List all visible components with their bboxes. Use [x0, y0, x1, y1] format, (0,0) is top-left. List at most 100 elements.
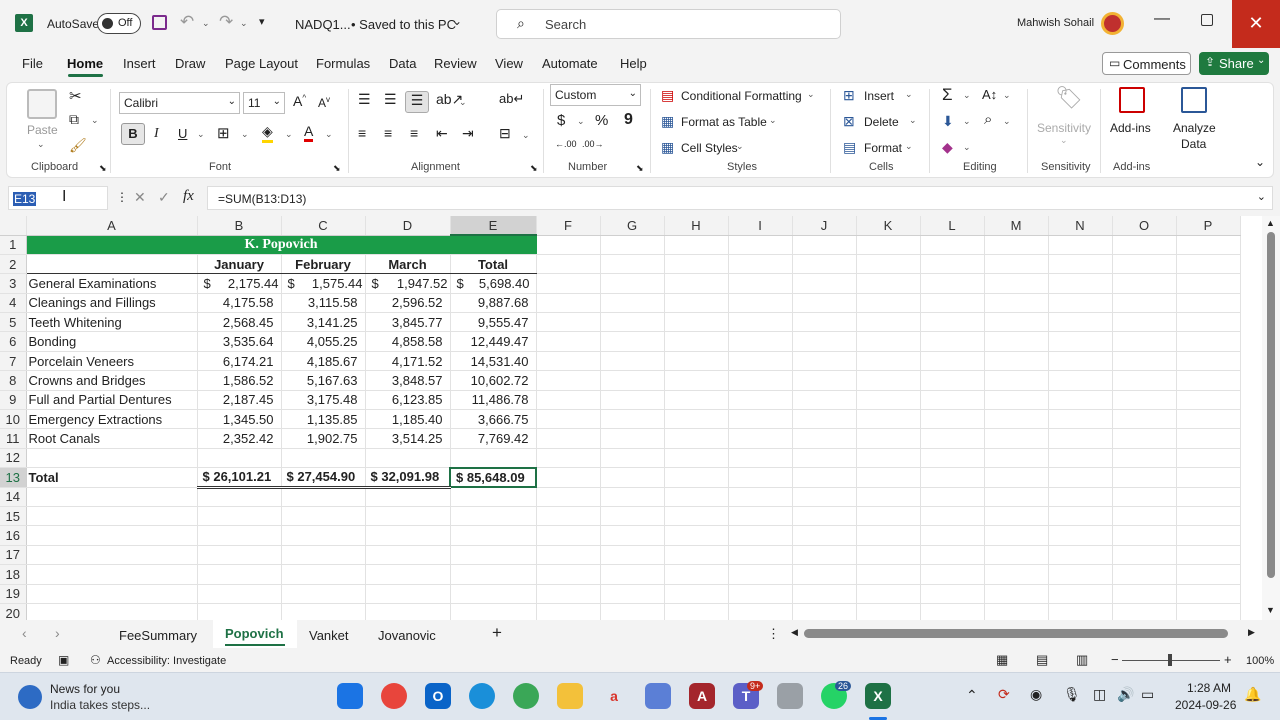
row-header[interactable]: 5 [0, 312, 27, 333]
row-header[interactable]: 13 [0, 467, 27, 488]
save-status[interactable]: • Saved to this PC [351, 17, 456, 32]
select-all-corner[interactable] [0, 216, 27, 236]
cell[interactable] [26, 254, 198, 275]
word-icon[interactable] [777, 683, 803, 709]
total-cell[interactable]: $ 32,091.98 [365, 467, 451, 489]
find-select-icon[interactable]: ⌕ [984, 111, 992, 128]
tab-draw[interactable]: Draw [175, 56, 205, 71]
tab-data[interactable]: Data [389, 56, 416, 71]
cell[interactable]: 4,185.67 [281, 351, 366, 372]
label-cell[interactable]: Bonding [26, 331, 198, 352]
paste-button[interactable]: Paste [27, 123, 58, 137]
delete-cells-icon[interactable]: ⊠ [843, 113, 855, 130]
microphone-icon[interactable]: 🎙 [1063, 686, 1081, 703]
row-header[interactable]: 11 [0, 428, 27, 449]
sheet-tab-popovich[interactable]: Popovich [213, 620, 297, 648]
chevron-down-icon[interactable]: ⌄ [769, 115, 777, 126]
chevron-down-icon[interactable]: ⌄ [807, 89, 815, 100]
name-box[interactable]: E13 [8, 186, 108, 210]
zoom-slider[interactable] [1122, 654, 1220, 666]
column-header[interactable]: E [450, 216, 537, 236]
format-table-icon[interactable]: ▦ [661, 113, 674, 130]
redo-icon[interactable]: ↷ [219, 12, 233, 32]
cell[interactable]: 3,514.25 [365, 428, 451, 449]
increase-indent-icon[interactable]: ⇥ [462, 125, 474, 142]
header-cell[interactable]: Total [450, 254, 537, 275]
column-header[interactable]: D [365, 216, 451, 236]
column-header[interactable]: L [920, 216, 985, 236]
expand-formula-icon[interactable]: ⌄ [1257, 190, 1266, 203]
prev-sheet-icon[interactable]: ‹ [22, 625, 27, 641]
font-name-select[interactable]: Calibri ⌄ [119, 92, 240, 114]
tab-page-layout[interactable]: Page Layout [225, 56, 298, 71]
font-size-select[interactable]: 11 ⌄ [243, 92, 285, 114]
insert-cells-icon[interactable]: ⊞ [843, 87, 855, 104]
increase-font-icon[interactable]: A^ [293, 93, 306, 109]
restore-icon[interactable] [1201, 14, 1213, 26]
merge-center-icon[interactable]: ⊟ [499, 125, 511, 142]
next-sheet-icon[interactable]: › [55, 625, 60, 641]
zoom-level[interactable]: 100% [1246, 655, 1274, 667]
comma-style-icon[interactable]: 9 [624, 111, 633, 129]
sort-dropdown-icon[interactable]: ⌄ [1003, 90, 1011, 101]
snipping-tool-icon[interactable] [645, 683, 671, 709]
row-header[interactable]: 18 [0, 564, 27, 585]
clear-dropdown-icon[interactable]: ⌄ [963, 142, 971, 153]
cell[interactable]: 1,345.50 [197, 409, 282, 430]
label-cell[interactable]: Cleanings and Fillings [26, 293, 198, 314]
fill-color-icon[interactable]: ◈ [262, 123, 273, 143]
cell[interactable]: 3,845.77 [365, 312, 451, 333]
excel-taskbar-icon[interactable]: X [865, 683, 891, 709]
chevron-down-icon[interactable]: ⌄ [736, 141, 744, 152]
cell[interactable]: 6,174.21 [197, 351, 282, 372]
total-label-cell[interactable]: Total [26, 467, 198, 488]
normal-view-icon[interactable]: ▦ [996, 652, 1008, 668]
cell[interactable]: 11,486.78 [450, 390, 537, 411]
number-format-select[interactable]: Custom ⌄ [550, 84, 641, 106]
close-button[interactable]: ✕ [1232, 0, 1280, 48]
redo-dropdown-icon[interactable]: ⌄ [240, 18, 248, 29]
copy-dropdown-icon[interactable]: ⌄ [91, 115, 99, 126]
chevron-down-icon[interactable]: ⌄ [905, 89, 913, 100]
dialog-launcher-icon[interactable]: ⬊ [636, 163, 644, 174]
column-header[interactable]: H [664, 216, 729, 236]
share-button[interactable]: ⇪ Share ⌄ [1199, 52, 1269, 75]
row-header[interactable]: 9 [0, 390, 27, 411]
cell[interactable]: 4,055.25 [281, 331, 366, 352]
macro-record-icon[interactable]: ▣ [58, 653, 69, 667]
column-header[interactable]: C [281, 216, 366, 236]
fill-icon[interactable]: ⬇ [942, 113, 954, 130]
zoom-in-icon[interactable]: + [1224, 652, 1232, 667]
tab-insert[interactable]: Insert [123, 56, 156, 71]
fill-dropdown-icon[interactable]: ⌄ [963, 116, 971, 127]
cut-icon[interactable]: ✂ [69, 87, 82, 105]
chevron-down-icon[interactable]: ⌄ [452, 14, 462, 28]
tab-automate[interactable]: Automate [542, 56, 598, 71]
underline-button[interactable]: U [178, 126, 187, 141]
column-header[interactable]: A [26, 216, 198, 236]
row-header[interactable]: 14 [0, 487, 27, 507]
cell[interactable]: 3,115.58 [281, 293, 366, 314]
row-header[interactable]: 16 [0, 525, 27, 546]
sheet-title-cell[interactable]: K. Popovich [26, 235, 537, 255]
italic-button[interactable]: I [154, 126, 159, 142]
tab-home[interactable]: Home [67, 56, 103, 71]
align-top-icon[interactable]: ☰ [358, 91, 371, 108]
decrease-font-icon[interactable]: Av [318, 95, 330, 110]
column-header[interactable]: N [1048, 216, 1113, 236]
column-header[interactable]: M [984, 216, 1049, 236]
cell[interactable]: 3,141.25 [281, 312, 366, 333]
app-icon[interactable]: a [601, 683, 627, 709]
chevron-down-icon[interactable]: ⌄ [905, 141, 913, 152]
chevron-down-icon[interactable]: ⌄ [1060, 135, 1068, 146]
font-color-icon[interactable]: A [304, 123, 314, 142]
cell[interactable]: 4,175.58 [197, 293, 282, 314]
insert-cells-button[interactable]: Insert [864, 89, 894, 103]
sheet-tab-vanket[interactable]: Vanket [309, 628, 349, 643]
cell[interactable]: 10,602.72 [450, 370, 537, 391]
paste-dropdown-icon[interactable]: ⌄ [37, 139, 45, 150]
file-explorer-icon[interactable] [557, 683, 583, 709]
sort-filter-icon[interactable]: A↕ [982, 87, 997, 102]
more-icon[interactable]: ⋮ [116, 190, 128, 204]
avatar[interactable] [1101, 12, 1124, 35]
